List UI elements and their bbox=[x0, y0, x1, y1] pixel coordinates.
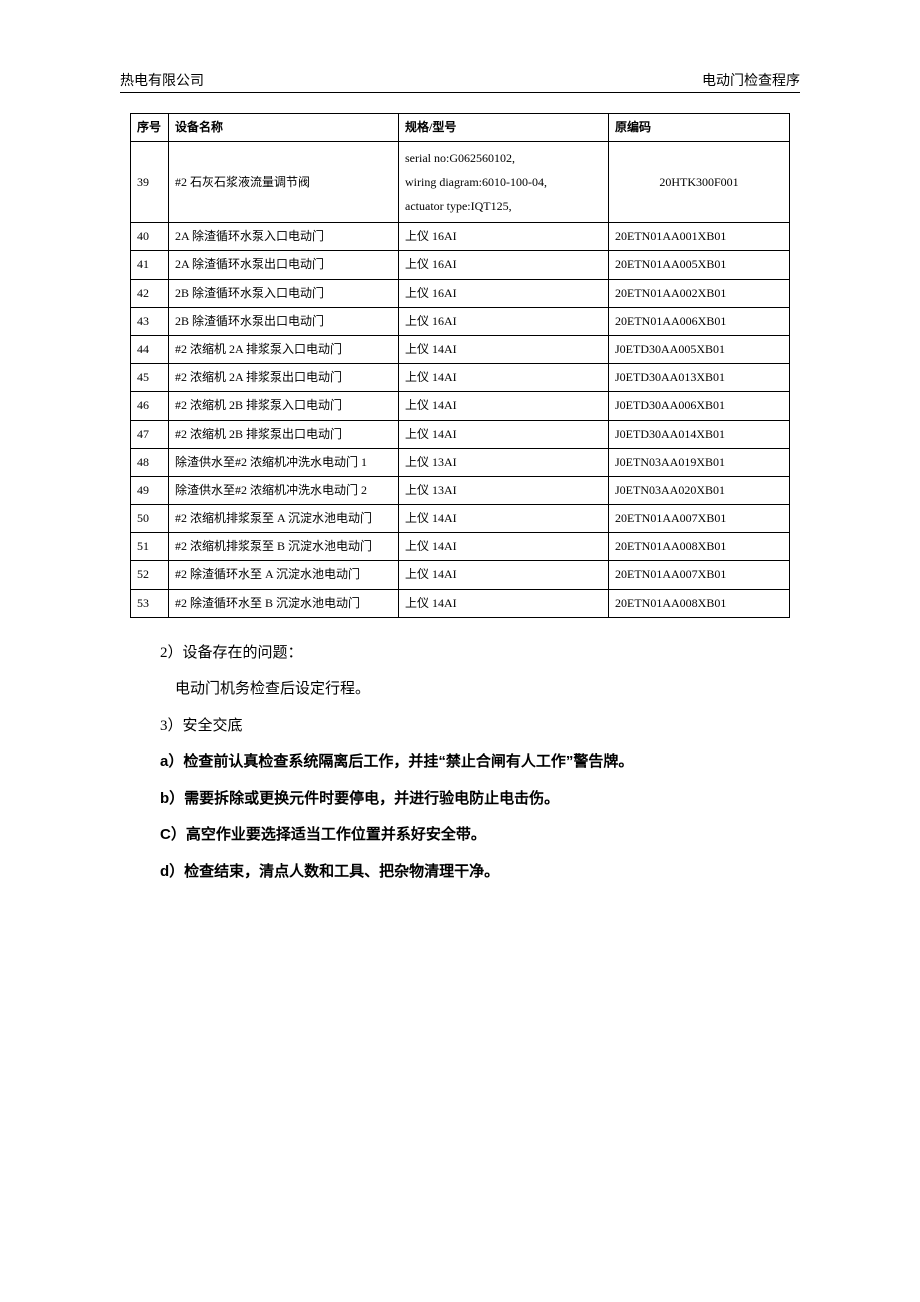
table-header-row: 序号 设备名称 规格/型号 原编码 bbox=[131, 114, 790, 142]
cell-name: #2 浓缩机 2B 排浆泵出口电动门 bbox=[169, 420, 399, 448]
cell-spec: 上仪 13AI bbox=[399, 476, 609, 504]
page-header: 热电有限公司 电动门检查程序 bbox=[120, 70, 800, 93]
cell-name: 2B 除渣循环水泵入口电动门 bbox=[169, 279, 399, 307]
cell-spec: 上仪 16AI bbox=[399, 279, 609, 307]
cell-code: 20ETN01AA007XB01 bbox=[609, 561, 790, 589]
cell-idx: 42 bbox=[131, 279, 169, 307]
equipment-table: 序号 设备名称 规格/型号 原编码 39#2 石灰石浆液流量调节阀serial … bbox=[130, 113, 790, 618]
cell-spec: 上仪 14AI bbox=[399, 420, 609, 448]
cell-idx: 48 bbox=[131, 448, 169, 476]
cell-idx: 43 bbox=[131, 307, 169, 335]
table-row: 49除渣供水至#2 浓缩机冲洗水电动门 2上仪 13AIJ0ETN03AA020… bbox=[131, 476, 790, 504]
header-right: 电动门检查程序 bbox=[702, 70, 800, 90]
section-2-body: 电动门机务检查后设定行程。 bbox=[130, 672, 790, 707]
table-row: 45#2 浓缩机 2A 排浆泵出口电动门上仪 14AIJ0ETD30AA013X… bbox=[131, 364, 790, 392]
table-row: 422B 除渣循环水泵入口电动门上仪 16AI20ETN01AA002XB01 bbox=[131, 279, 790, 307]
cell-code: 20ETN01AA007XB01 bbox=[609, 505, 790, 533]
cell-name: #2 浓缩机排浆泵至 A 沉淀水池电动门 bbox=[169, 505, 399, 533]
cell-code: 20ETN01AA008XB01 bbox=[609, 589, 790, 617]
cell-idx: 40 bbox=[131, 223, 169, 251]
cell-spec: 上仪 14AI bbox=[399, 533, 609, 561]
item-b: b）需要拆除或更换元件时要停电，并进行验电防止电击伤。 bbox=[130, 782, 790, 817]
header-idx: 序号 bbox=[131, 114, 169, 142]
table-row: 51#2 浓缩机排浆泵至 B 沉淀水池电动门上仪 14AI20ETN01AA00… bbox=[131, 533, 790, 561]
cell-name: 除渣供水至#2 浓缩机冲洗水电动门 2 bbox=[169, 476, 399, 504]
cell-spec: 上仪 14AI bbox=[399, 335, 609, 363]
table-row: 53#2 除渣循环水至 B 沉淀水池电动门上仪 14AI20ETN01AA008… bbox=[131, 589, 790, 617]
cell-code: J0ETD30AA005XB01 bbox=[609, 335, 790, 363]
cell-spec: 上仪 14AI bbox=[399, 561, 609, 589]
cell-idx: 50 bbox=[131, 505, 169, 533]
table-row: 46#2 浓缩机 2B 排浆泵入口电动门上仪 14AIJ0ETD30AA006X… bbox=[131, 392, 790, 420]
cell-name: 2B 除渣循环水泵出口电动门 bbox=[169, 307, 399, 335]
cell-idx: 44 bbox=[131, 335, 169, 363]
cell-code: J0ETD30AA014XB01 bbox=[609, 420, 790, 448]
cell-name: #2 浓缩机排浆泵至 B 沉淀水池电动门 bbox=[169, 533, 399, 561]
cell-code: J0ETN03AA019XB01 bbox=[609, 448, 790, 476]
table-row: 402A 除渣循环水泵入口电动门上仪 16AI20ETN01AA001XB01 bbox=[131, 223, 790, 251]
cell-code: 20ETN01AA005XB01 bbox=[609, 251, 790, 279]
cell-idx: 52 bbox=[131, 561, 169, 589]
cell-name: 2A 除渣循环水泵出口电动门 bbox=[169, 251, 399, 279]
table-body: 39#2 石灰石浆液流量调节阀serial no:G062560102,wiri… bbox=[131, 142, 790, 618]
cell-spec: 上仪 14AI bbox=[399, 392, 609, 420]
cell-spec: 上仪 14AI bbox=[399, 505, 609, 533]
cell-idx: 41 bbox=[131, 251, 169, 279]
header-name: 设备名称 bbox=[169, 114, 399, 142]
section-3-title: 3）安全交底 bbox=[130, 709, 790, 744]
cell-name: #2 除渣循环水至 B 沉淀水池电动门 bbox=[169, 589, 399, 617]
header-code: 原编码 bbox=[609, 114, 790, 142]
cell-code: J0ETD30AA006XB01 bbox=[609, 392, 790, 420]
cell-name: 2A 除渣循环水泵入口电动门 bbox=[169, 223, 399, 251]
table-row: 50#2 浓缩机排浆泵至 A 沉淀水池电动门上仪 14AI20ETN01AA00… bbox=[131, 505, 790, 533]
table-row: 47#2 浓缩机 2B 排浆泵出口电动门上仪 14AIJ0ETD30AA014X… bbox=[131, 420, 790, 448]
cell-name: #2 浓缩机 2A 排浆泵出口电动门 bbox=[169, 364, 399, 392]
cell-idx: 53 bbox=[131, 589, 169, 617]
cell-spec: 上仪 16AI bbox=[399, 251, 609, 279]
cell-code: 20ETN01AA002XB01 bbox=[609, 279, 790, 307]
cell-spec: 上仪 16AI bbox=[399, 223, 609, 251]
header-left: 热电有限公司 bbox=[120, 70, 204, 90]
cell-spec: 上仪 16AI bbox=[399, 307, 609, 335]
cell-idx: 45 bbox=[131, 364, 169, 392]
cell-code: 20HTK300F001 bbox=[609, 142, 790, 223]
cell-spec: 上仪 14AI bbox=[399, 364, 609, 392]
table-row: 432B 除渣循环水泵出口电动门上仪 16AI20ETN01AA006XB01 bbox=[131, 307, 790, 335]
cell-code: 20ETN01AA001XB01 bbox=[609, 223, 790, 251]
cell-spec: 上仪 14AI bbox=[399, 589, 609, 617]
table-row: 39#2 石灰石浆液流量调节阀serial no:G062560102,wiri… bbox=[131, 142, 790, 223]
cell-name: #2 除渣循环水至 A 沉淀水池电动门 bbox=[169, 561, 399, 589]
cell-spec: serial no:G062560102,wiring diagram:6010… bbox=[399, 142, 609, 223]
cell-name: #2 浓缩机 2A 排浆泵入口电动门 bbox=[169, 335, 399, 363]
equipment-table-wrap: 序号 设备名称 规格/型号 原编码 39#2 石灰石浆液流量调节阀serial … bbox=[130, 113, 790, 618]
cell-idx: 46 bbox=[131, 392, 169, 420]
table-row: 412A 除渣循环水泵出口电动门上仪 16AI20ETN01AA005XB01 bbox=[131, 251, 790, 279]
cell-spec: 上仪 13AI bbox=[399, 448, 609, 476]
table-row: 48除渣供水至#2 浓缩机冲洗水电动门 1上仪 13AIJ0ETN03AA019… bbox=[131, 448, 790, 476]
cell-code: 20ETN01AA006XB01 bbox=[609, 307, 790, 335]
cell-idx: 47 bbox=[131, 420, 169, 448]
section-2-title: 2）设备存在的问题： bbox=[130, 636, 790, 671]
cell-name: #2 浓缩机 2B 排浆泵入口电动门 bbox=[169, 392, 399, 420]
cell-name: #2 石灰石浆液流量调节阀 bbox=[169, 142, 399, 223]
item-a: a）检查前认真检查系统隔离后工作，并挂“禁止合闸有人工作”警告牌。 bbox=[130, 745, 790, 780]
content-section: 2）设备存在的问题： 电动门机务检查后设定行程。 3）安全交底 a）检查前认真检… bbox=[120, 636, 800, 890]
item-d: d）检查结束，清点人数和工具、把杂物清理干净。 bbox=[130, 855, 790, 890]
document-page: 热电有限公司 电动门检查程序 序号 设备名称 规格/型号 原编码 39#2 石灰… bbox=[0, 0, 920, 889]
cell-code: J0ETD30AA013XB01 bbox=[609, 364, 790, 392]
cell-code: 20ETN01AA008XB01 bbox=[609, 533, 790, 561]
cell-idx: 39 bbox=[131, 142, 169, 223]
cell-idx: 51 bbox=[131, 533, 169, 561]
item-c: C）高空作业要选择适当工作位置并系好安全带。 bbox=[130, 818, 790, 853]
cell-idx: 49 bbox=[131, 476, 169, 504]
cell-name: 除渣供水至#2 浓缩机冲洗水电动门 1 bbox=[169, 448, 399, 476]
cell-code: J0ETN03AA020XB01 bbox=[609, 476, 790, 504]
table-row: 44#2 浓缩机 2A 排浆泵入口电动门上仪 14AIJ0ETD30AA005X… bbox=[131, 335, 790, 363]
table-row: 52#2 除渣循环水至 A 沉淀水池电动门上仪 14AI20ETN01AA007… bbox=[131, 561, 790, 589]
header-spec: 规格/型号 bbox=[399, 114, 609, 142]
